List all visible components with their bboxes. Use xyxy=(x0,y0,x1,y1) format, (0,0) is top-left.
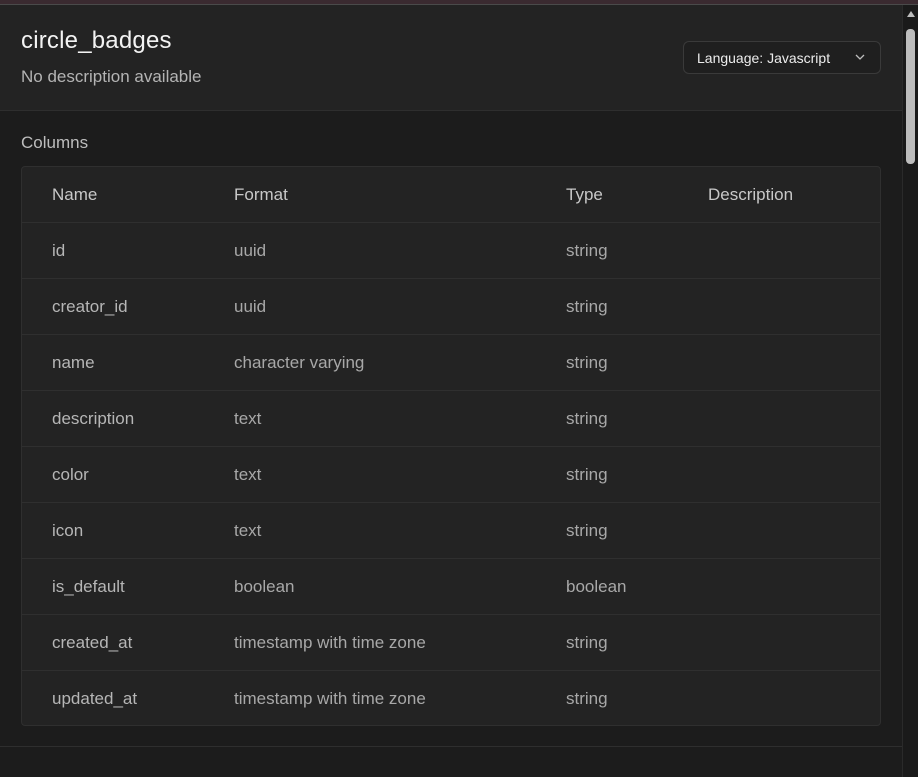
cell-name: icon xyxy=(52,521,84,540)
header-description: Description xyxy=(708,185,794,204)
vertical-scrollbar[interactable] xyxy=(902,5,918,777)
cell-format: uuid xyxy=(234,241,267,260)
cell-type: string xyxy=(566,297,608,316)
section-divider xyxy=(0,746,902,747)
cell-format: text xyxy=(234,465,262,484)
language-select-label: Language: Javascript xyxy=(697,49,831,66)
table-definition-panel: circle_badges No description available L… xyxy=(0,5,902,777)
table-row: icon text string xyxy=(22,503,880,559)
cell-name: color xyxy=(52,465,89,484)
cell-format: text xyxy=(234,409,262,428)
header-name: Name xyxy=(52,185,98,204)
table-row: created_at timestamp with time zone stri… xyxy=(22,615,880,671)
cell-name: description xyxy=(52,409,135,428)
cell-name: created_at xyxy=(52,633,133,652)
header-format: Format xyxy=(234,185,288,204)
table-row: is_default boolean boolean xyxy=(22,559,880,615)
cell-format: uuid xyxy=(234,297,267,316)
cell-name: id xyxy=(52,241,66,260)
scrollbar-thumb[interactable] xyxy=(906,29,915,164)
cell-type: boolean xyxy=(566,577,627,596)
cell-type: string xyxy=(566,521,608,540)
columns-table: Name Format Type Description id uuid str… xyxy=(21,166,881,726)
cell-format: timestamp with time zone xyxy=(234,633,426,652)
columns-section-label: Columns xyxy=(21,133,89,152)
table-row: updated_at timestamp with time zone stri… xyxy=(22,671,880,725)
table-header-row: Name Format Type Description xyxy=(22,167,880,223)
cell-name: creator_id xyxy=(52,297,128,316)
cell-format: character varying xyxy=(234,353,365,372)
cell-type: string xyxy=(566,633,608,652)
cell-name: is_default xyxy=(52,577,125,596)
table-row: color text string xyxy=(22,447,880,503)
table-row: name character varying string xyxy=(22,335,880,391)
cell-format: text xyxy=(234,521,262,540)
header-type: Type xyxy=(566,185,603,204)
chevron-down-icon xyxy=(855,54,865,60)
arrow-up-icon[interactable] xyxy=(907,11,915,17)
cell-type: string xyxy=(566,241,608,260)
cell-type: string xyxy=(566,409,608,428)
cell-type: string xyxy=(566,465,608,484)
cell-format: timestamp with time zone xyxy=(234,689,426,708)
cell-format: boolean xyxy=(234,577,295,596)
cell-type: string xyxy=(566,353,608,372)
page-title: circle_badges xyxy=(21,27,172,54)
cell-type: string xyxy=(566,689,608,708)
cell-name: updated_at xyxy=(52,689,138,708)
table-row: id uuid string xyxy=(22,223,880,279)
panel-header: circle_badges No description available L… xyxy=(0,5,902,111)
table-row: description text string xyxy=(22,391,880,447)
cell-name: name xyxy=(52,353,95,372)
language-select-button[interactable]: Language: Javascript xyxy=(683,41,881,74)
table-row: creator_id uuid string xyxy=(22,279,880,335)
page-subtitle: No description available xyxy=(21,67,202,86)
